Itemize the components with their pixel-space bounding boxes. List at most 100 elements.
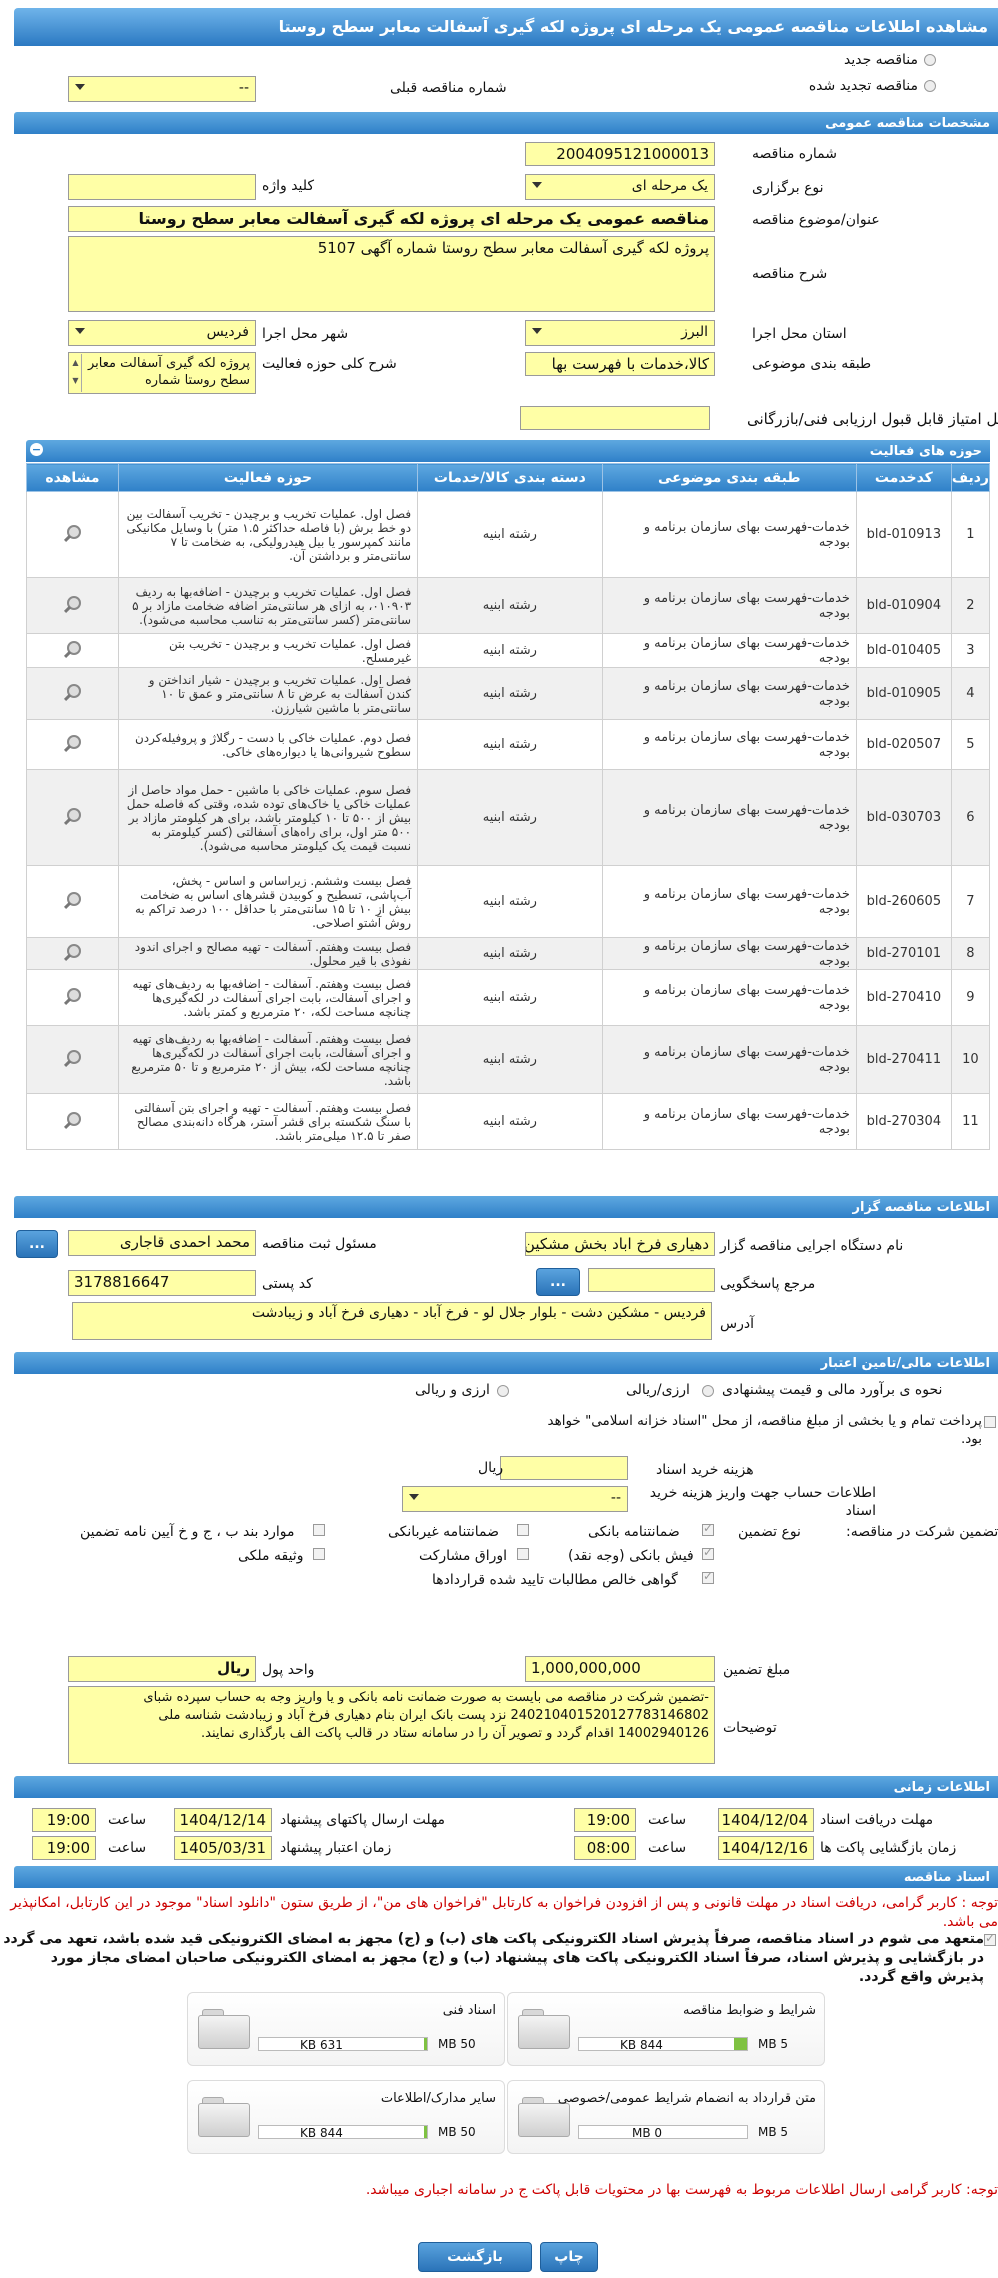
- open-date[interactable]: 1404/12/16: [718, 1836, 814, 1860]
- g3-checkbox[interactable]: [313, 1524, 325, 1536]
- back-button[interactable]: بازگشت: [418, 2242, 532, 2272]
- validity-label: زمان اعتبار پیشنهاد: [280, 1840, 392, 1856]
- g4-checkbox[interactable]: [702, 1545, 714, 1560]
- method-select[interactable]: یک مرحله ای: [525, 174, 715, 200]
- subject-label: عنوان/موضوع مناقصه: [752, 212, 880, 228]
- currency-field[interactable]: ریال: [68, 1656, 256, 1682]
- city-label: شهر محل اجرا: [262, 326, 349, 342]
- page-title: مشاهده اطلاعات مناقصه عمومی یک مرحله ای …: [14, 8, 998, 46]
- new-tender-radio[interactable]: [924, 54, 936, 66]
- keyword-field[interactable]: [68, 174, 256, 200]
- validity-date[interactable]: 1405/03/31: [174, 1836, 272, 1860]
- row-category: رشته ابنیه: [417, 769, 603, 866]
- g1-checkbox[interactable]: [702, 1521, 714, 1536]
- g7-checkbox[interactable]: [702, 1569, 714, 1584]
- row-view: [26, 633, 119, 668]
- table-row: 7 bld-260605 خدمات-فهرست بهای سازمان برنام…: [26, 865, 991, 938]
- min-score-field[interactable]: [520, 406, 710, 430]
- magnifier-icon[interactable]: [60, 1110, 84, 1130]
- row-code: bld-010905: [855, 667, 952, 720]
- doc-progress-fill: [423, 2038, 427, 2050]
- province-select[interactable]: البرز: [525, 320, 715, 346]
- responder-field[interactable]: [588, 1268, 715, 1292]
- table-row: 10 bld-270411 خدمات-فهرست بهای سازمان برنا…: [26, 1025, 991, 1094]
- account-select[interactable]: --: [402, 1486, 628, 1512]
- address-label: آدرس: [720, 1316, 754, 1332]
- magnifier-icon[interactable]: [60, 942, 84, 962]
- row-view: [26, 865, 119, 938]
- magnifier-icon[interactable]: [60, 594, 84, 614]
- row-classification: خدمات-فهرست بهای سازمان برنامه و بودجه: [601, 1093, 857, 1150]
- row-view: [26, 491, 119, 578]
- validity-time[interactable]: 19:00: [32, 1836, 96, 1860]
- payment-checkbox[interactable]: [984, 1416, 996, 1428]
- row-number: 6: [950, 769, 991, 866]
- doc-max: 5 MB: [758, 2037, 789, 2051]
- subject-field[interactable]: مناقصه عمومی یک مرحله ای پروژه لکه گیری …: [68, 206, 715, 232]
- amount-field[interactable]: 1,000,000,000: [525, 1656, 715, 1682]
- magnifier-icon[interactable]: [60, 733, 84, 753]
- new-tender-label: مناقصه جدید: [843, 52, 918, 68]
- doc-size: 844 KB: [300, 2126, 343, 2140]
- send-time[interactable]: 19:00: [32, 1808, 96, 1832]
- description-field[interactable]: پروژه لکه گیری آسفالت معابر سطح روستا شم…: [68, 236, 715, 312]
- notes-field[interactable]: -تضمین شرکت در مناقصه می بایست به صورت ض…: [68, 1686, 715, 1764]
- address-field[interactable]: فردیس - مشکین دشت - بلوار جلال لو - فرخ …: [72, 1302, 712, 1340]
- magnifier-icon[interactable]: [60, 806, 84, 826]
- postal-field[interactable]: 3178816647: [68, 1270, 256, 1296]
- g2-label: ضمانتنامه غیربانکی: [388, 1524, 500, 1540]
- magnifier-icon[interactable]: [60, 639, 84, 659]
- receive-time[interactable]: 19:00: [574, 1808, 636, 1832]
- send-date[interactable]: 1404/12/14: [174, 1808, 272, 1832]
- org-field[interactable]: دهیاری فرخ اباد بخش مشکین: [525, 1232, 715, 1256]
- activity-desc-field[interactable]: پروژه لکه گیری آسفالت معابر سطح روستا شم…: [68, 352, 256, 394]
- renewed-tender-radio[interactable]: [924, 80, 936, 92]
- row-number: 4: [950, 667, 991, 720]
- rial-label: ارزی/ریالی: [626, 1382, 690, 1398]
- open-time[interactable]: 08:00: [574, 1836, 636, 1860]
- row-view: [26, 719, 119, 770]
- row-activity: فصل سوم. عملیات خاکی با ماشین - حمل مواد…: [117, 769, 419, 866]
- folder-icon: [198, 2007, 250, 2049]
- doc-box-technical[interactable]: اسناد فنی 50 MB 631 KB: [187, 1992, 505, 2066]
- row-activity: فصل اول. عملیات تخریب و برچیدن - شیار ان…: [117, 667, 419, 720]
- responder-more-button[interactable]: ...: [536, 1268, 580, 1296]
- g5-checkbox[interactable]: [517, 1548, 529, 1560]
- receive-date[interactable]: 1404/12/04: [718, 1808, 814, 1832]
- city-select[interactable]: فردیس: [68, 320, 256, 346]
- section-activities: حوزه های فعالیت: [26, 440, 990, 462]
- doc-box-contract[interactable]: متن قرارداد به انضمام شرایط عمومی/خصوصی …: [507, 2080, 825, 2154]
- docs-footnote: توجه: کاربر گرامی ارسال اطلاعات مربوط به…: [365, 2182, 998, 2198]
- commit-checkbox[interactable]: [984, 1931, 996, 1946]
- row-view: [26, 937, 119, 970]
- collapse-icon[interactable]: −: [30, 443, 43, 456]
- g6-checkbox[interactable]: [313, 1548, 325, 1560]
- registrar-more-button[interactable]: ...: [16, 1230, 58, 1258]
- scroll-arrows-icon[interactable]: ▲ ▼: [70, 354, 82, 392]
- receive-time-label: ساعت: [648, 1812, 687, 1828]
- classification-field[interactable]: کالا،خدمات با فهرست بها: [525, 352, 715, 376]
- fx-radio[interactable]: [497, 1385, 509, 1397]
- print-button[interactable]: چاپ: [540, 2242, 598, 2272]
- magnifier-icon[interactable]: [60, 682, 84, 702]
- doc-fee-field[interactable]: [500, 1456, 628, 1480]
- g2-checkbox[interactable]: [517, 1524, 529, 1536]
- magnifier-icon[interactable]: [60, 523, 84, 543]
- doc-progress: [258, 2125, 428, 2139]
- doc-box-terms[interactable]: شرایط و ضوابط مناقصه 5 MB 844 KB: [507, 1992, 825, 2066]
- doc-progress: [258, 2037, 428, 2051]
- row-code: bld-270410: [855, 969, 952, 1026]
- rial-radio[interactable]: [702, 1385, 714, 1397]
- doc-box-other[interactable]: سایر مدارک/اطلاعات 50 MB 844 KB: [187, 2080, 505, 2154]
- magnifier-icon[interactable]: [60, 890, 84, 910]
- magnifier-icon[interactable]: [60, 986, 84, 1006]
- account-label: اطلاعات حساب جهت واریز هزینه خرید اسناد: [649, 1485, 876, 1519]
- open-label: زمان بازگشایی پاکت ها: [820, 1840, 957, 1856]
- registrar-field[interactable]: محمد احمدی قاجاری: [68, 1230, 256, 1256]
- magnifier-icon[interactable]: [60, 1048, 84, 1068]
- doc-progress: [578, 2125, 748, 2139]
- table-row: 1 bld-010913 خدمات-فهرست بهای سازمان برنام…: [26, 491, 991, 578]
- row-view: [26, 577, 119, 634]
- tender-number-field[interactable]: 2004095121000013: [525, 142, 715, 166]
- prev-tender-number-select[interactable]: --: [68, 76, 256, 102]
